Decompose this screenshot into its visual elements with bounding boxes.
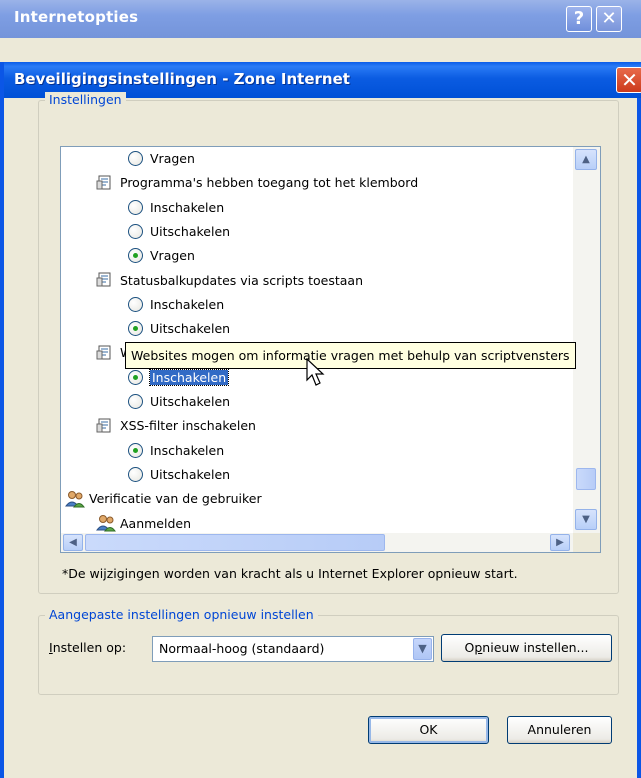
scroll-right-button[interactable]: ▶ bbox=[550, 534, 570, 551]
close-icon: ✕ bbox=[621, 68, 638, 92]
radio-unchecked-icon[interactable] bbox=[128, 223, 143, 239]
radio-unchecked-icon[interactable] bbox=[128, 199, 143, 215]
row-label: Uitschakelen bbox=[150, 466, 231, 482]
radio-option[interactable]: Inschakelen bbox=[128, 196, 224, 220]
radio-option[interactable]: Inschakelen bbox=[128, 366, 230, 390]
row-label: Vragen bbox=[150, 248, 195, 264]
settings-list-content: Vragen Programma's hebben toegang tot het… bbox=[61, 147, 574, 534]
row-label: Inschakelen bbox=[150, 296, 225, 312]
radio-option[interactable]: Vragen bbox=[128, 147, 195, 171]
radio-unchecked-icon[interactable] bbox=[128, 394, 143, 409]
cancel-button[interactable]: Annuleren bbox=[507, 716, 612, 744]
setting-tooltip: Websites mogen om informatie vragen met … bbox=[125, 342, 576, 369]
radio-checked-icon[interactable] bbox=[128, 248, 143, 264]
users-icon bbox=[64, 490, 85, 508]
help-button[interactable]: ? bbox=[566, 6, 592, 32]
radio-option[interactable]: Uitschakelen bbox=[128, 220, 230, 244]
radio-checked-icon[interactable] bbox=[128, 369, 143, 385]
ok-button[interactable]: OK bbox=[368, 716, 489, 744]
users-icon bbox=[95, 514, 116, 532]
help-icon: ? bbox=[573, 8, 585, 29]
chevron-down-icon: ▼ bbox=[582, 514, 590, 525]
horizontal-scrollbar[interactable]: ◀ ▶ bbox=[61, 533, 574, 552]
row-label: Inschakelen bbox=[148, 368, 230, 386]
dialog-close-button[interactable]: ✕ bbox=[616, 67, 641, 93]
row-label: Programma's hebben toegang tot het klemb… bbox=[120, 175, 419, 191]
horizontal-scroll-thumb[interactable] bbox=[85, 534, 385, 551]
row-label: XSS-filter inschakelen bbox=[120, 418, 256, 434]
chevron-right-icon: ▶ bbox=[556, 537, 564, 548]
setting-item[interactable]: XSS-filter inschakelen bbox=[96, 414, 256, 438]
row-label: Uitschakelen bbox=[150, 223, 231, 239]
setting-category[interactable]: Aanmelden bbox=[95, 512, 192, 535]
radio-checked-icon[interactable] bbox=[128, 321, 143, 337]
radio-option[interactable]: Inschakelen bbox=[128, 293, 224, 317]
radio-unchecked-icon[interactable] bbox=[128, 151, 143, 166]
settings-group-legend: Instellingen bbox=[45, 92, 126, 107]
vertical-scrollbar[interactable]: ▲ ▼ bbox=[573, 147, 600, 534]
radio-option[interactable]: Uitschakelen bbox=[128, 390, 230, 414]
parent-close-button[interactable]: ✕ bbox=[596, 6, 622, 32]
row-label: Uitschakelen bbox=[150, 394, 231, 409]
mouse-cursor-icon bbox=[306, 358, 325, 386]
reset-level-label: Instellen op: bbox=[49, 640, 127, 655]
setting-item[interactable]: Programma's hebben toegang tot het klemb… bbox=[96, 171, 418, 195]
scroll-down-button[interactable]: ▼ bbox=[575, 509, 597, 530]
radio-option[interactable]: Uitschakelen bbox=[128, 317, 230, 341]
dialog-title: Beveiligingsinstellingen - Zone Internet bbox=[14, 70, 350, 88]
row-label: Statusbalkupdates via scripts toestaan bbox=[120, 272, 363, 288]
parent-window-titlebar: Internetopties ? ✕ bbox=[0, 0, 641, 38]
reset-level-value: Normaal-hoog (standaard) bbox=[159, 641, 325, 656]
row-label: Inschakelen bbox=[150, 199, 225, 215]
restart-note: *De wijzigingen worden van kracht als u … bbox=[62, 566, 518, 581]
chevron-down-icon: ▼ bbox=[418, 642, 427, 655]
radio-checked-icon[interactable] bbox=[128, 442, 143, 458]
parent-window-title: Internetopties bbox=[14, 8, 139, 26]
row-label: Vragen bbox=[150, 151, 195, 166]
scroll-left-button[interactable]: ◀ bbox=[63, 534, 83, 551]
setting-item[interactable]: Statusbalkupdates via scripts toestaan bbox=[96, 269, 363, 293]
radio-option[interactable]: Uitschakelen bbox=[128, 463, 230, 487]
row-label: Uitschakelen bbox=[150, 321, 231, 337]
radio-unchecked-icon[interactable] bbox=[128, 296, 143, 312]
radio-option[interactable]: Inschakelen bbox=[128, 439, 224, 463]
setting-category[interactable]: Verificatie van de gebruiker bbox=[64, 487, 262, 511]
radio-unchecked-icon[interactable] bbox=[128, 466, 143, 482]
reset-level-dropdown[interactable]: Normaal-hoog (standaard) ▼ bbox=[152, 636, 434, 662]
dropdown-button[interactable]: ▼ bbox=[413, 638, 432, 660]
vertical-scroll-thumb[interactable] bbox=[576, 468, 596, 490]
setting-document-icon bbox=[96, 174, 114, 192]
reset-group-legend: Aangepaste instellingen opnieuw instelle… bbox=[45, 607, 318, 622]
row-label: Inschakelen bbox=[150, 442, 225, 458]
row-label: Verificatie van de gebruiker bbox=[89, 491, 262, 507]
chevron-up-icon: ▲ bbox=[582, 154, 590, 165]
setting-document-icon bbox=[96, 344, 114, 362]
reset-button[interactable]: Opnieuw instellen... bbox=[441, 634, 612, 662]
close-icon: ✕ bbox=[601, 8, 617, 29]
scrollbar-corner bbox=[573, 533, 600, 552]
row-label: Aanmelden bbox=[120, 515, 192, 531]
chevron-left-icon: ◀ bbox=[69, 537, 77, 548]
radio-option[interactable]: Vragen bbox=[128, 244, 195, 268]
setting-document-icon bbox=[96, 271, 114, 289]
setting-document-icon bbox=[96, 417, 114, 435]
scroll-up-button[interactable]: ▲ bbox=[575, 149, 597, 170]
